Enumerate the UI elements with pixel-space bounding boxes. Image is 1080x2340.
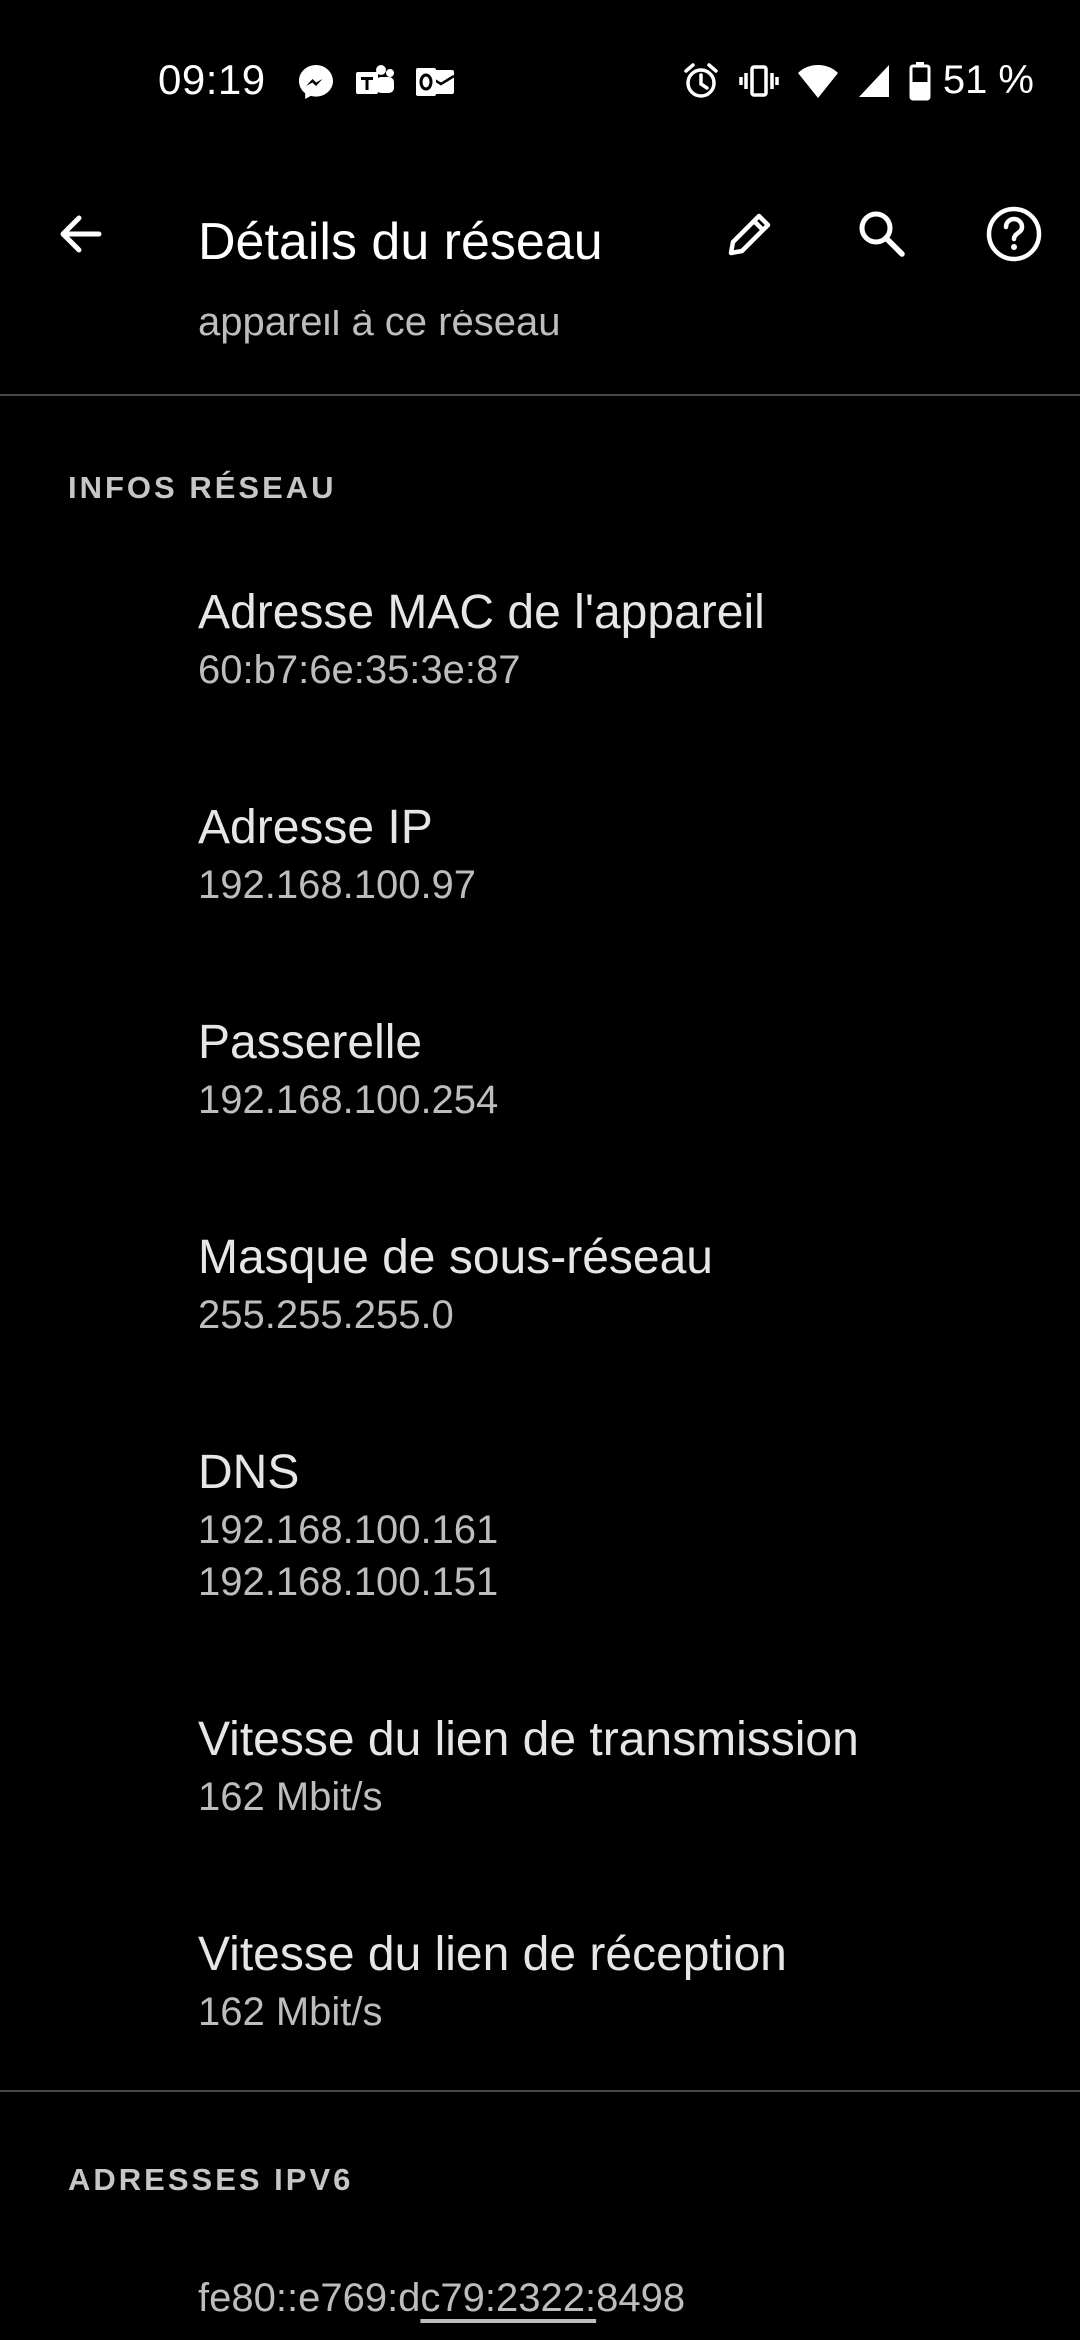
pref-value: 192.168.100.254 [198,1078,499,1122]
system-icons: 51 % [681,58,1034,103]
pref-dns[interactable]: DNS 192.168.100.161 192.168.100.151 [198,1442,1058,1608]
ipv6-address-suffix: 8498 [596,2276,686,2320]
pref-value: 162 Mbit/s [198,1775,383,1819]
pref-rx-link-speed[interactable]: Vitesse du lien de réception 162 Mbit/s [198,1924,1058,2038]
pref-value: 192.168.100.161 [198,1508,499,1552]
alarm-icon [681,61,721,101]
search-button[interactable] [842,196,922,276]
arrow-back-icon [55,209,105,264]
section-header-network-info: INFOS RÉSEAU [68,470,337,505]
pref-title: Vitesse du lien de transmission [198,1713,859,1766]
app-bar: Détails du réseau [0,170,1080,310]
ipv6-address-selected-part: c79:2322: [420,2276,597,2320]
pref-value: 60:b7:6e:35:3e:87 [198,648,521,692]
status-bar: 09:19 51 % [0,0,1080,170]
help-icon [985,205,1043,268]
cellular-signal-icon [857,63,891,99]
pref-title: DNS [198,1446,300,1499]
status-time: 09:19 [158,56,266,103]
divider [0,2090,1080,2092]
edit-button[interactable] [710,196,790,276]
page-title: Détails du réseau [198,213,603,271]
outlook-icon [414,62,456,102]
teams-icon [354,62,396,102]
pref-value: 192.168.100.151 [198,1560,499,1604]
wifi-icon [797,62,839,100]
battery-icon [909,61,931,101]
ipv6-address-list[interactable]: fe80::e769:dc79:2322:8498 [198,2272,1058,2340]
ipv6-address[interactable]: fe80::e769:dc79:2322:8498 [198,2272,1058,2324]
vibrate-icon [739,61,779,101]
pref-title: Passerelle [198,1016,423,1069]
divider [0,394,1080,396]
pref-title: Masque de sous-réseau [198,1231,713,1284]
search-icon [855,207,909,266]
back-button[interactable] [40,196,120,276]
section-header-ipv6: ADRESSES IPV6 [68,2162,354,2197]
screen: 09:19 51 % Détails du réseau appareil à … [0,0,1080,2340]
pref-ip-address[interactable]: Adresse IP 192.168.100.97 [198,797,1058,911]
pref-value: 255.255.255.0 [198,1293,454,1337]
help-button[interactable] [974,196,1054,276]
pref-mac-address[interactable]: Adresse MAC de l'appareil 60:b7:6e:35:3e… [198,582,1058,696]
pref-title: Adresse MAC de l'appareil [198,586,765,639]
pref-title: Adresse IP [198,801,433,854]
battery-percent: 51 % [942,58,1034,102]
pref-value: 192.168.100.97 [198,863,477,907]
pref-subnet-mask[interactable]: Masque de sous-réseau 255.255.255.0 [198,1227,1058,1341]
ipv6-address-cut-off [198,2324,1058,2340]
pencil-icon [723,207,777,266]
notification-icons [296,62,456,102]
pref-gateway[interactable]: Passerelle 192.168.100.254 [198,1012,1058,1126]
pref-title: Vitesse du lien de réception [198,1928,787,1981]
ipv6-address-prefix: fe80::e769:d [198,2276,421,2320]
messenger-icon [296,62,336,102]
pref-tx-link-speed[interactable]: Vitesse du lien de transmission 162 Mbit… [198,1709,1058,1823]
pref-value: 162 Mbit/s [198,1990,383,2034]
